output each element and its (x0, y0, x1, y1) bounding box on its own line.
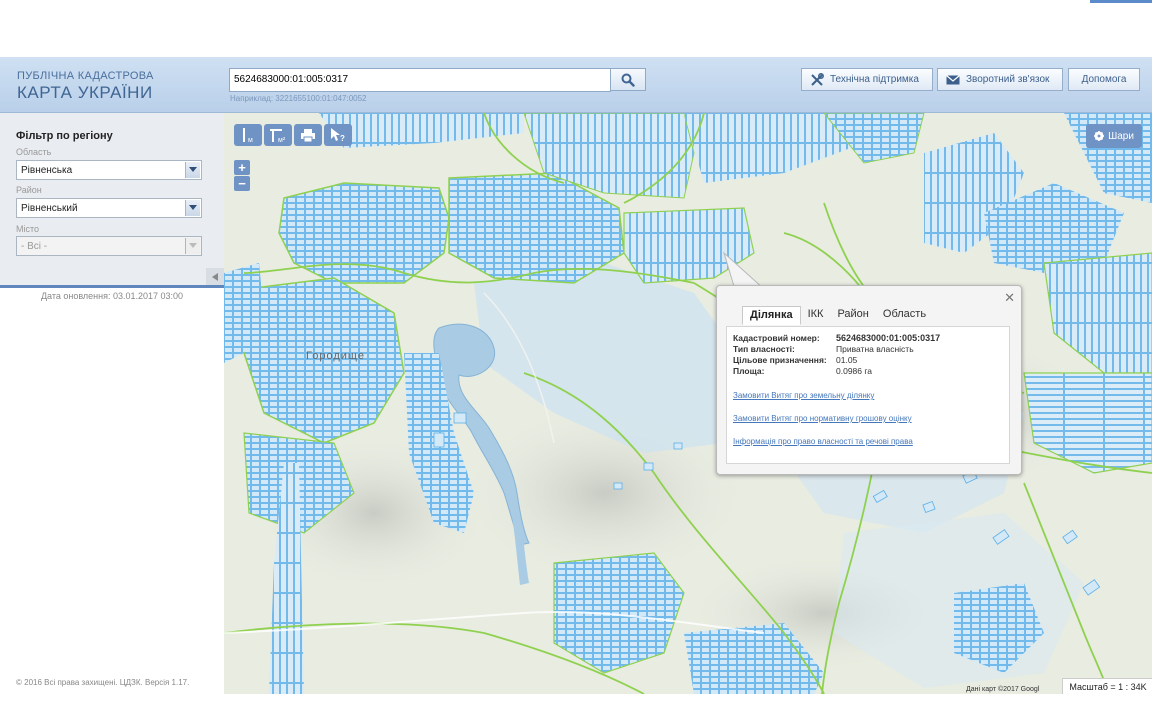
measure-tools: м м² (234, 124, 292, 146)
search-input[interactable] (230, 69, 608, 90)
district-select[interactable]: Рівненський (16, 198, 202, 218)
search-box[interactable] (229, 68, 611, 92)
feedback-button[interactable]: Зворотний зв'язок (937, 68, 1063, 91)
ruler-area-icon: м² (270, 129, 286, 143)
layers-label: Шари (1108, 130, 1134, 142)
tools-icon (811, 72, 824, 86)
city-label: Місто (16, 224, 40, 234)
tab-parcel[interactable]: Ділянка (742, 306, 801, 325)
region-select-value: Рівненська (21, 164, 73, 176)
identify-button[interactable]: ? (324, 124, 352, 146)
region-filter-panel: Фільтр по регіону Область Рівненська Рай… (0, 113, 224, 288)
purpose-label: Цільове призначення: (733, 355, 827, 365)
support-button[interactable]: Технічна підтримка (801, 68, 933, 91)
ownership-info-link[interactable]: Інформація про право власності та речові… (733, 437, 913, 446)
popup-content: Кадастровий номер: 5624683000:01:005:031… (726, 326, 1010, 464)
search-icon (621, 73, 635, 87)
help-button[interactable]: Допомога (1068, 68, 1140, 91)
envelope-icon (946, 74, 960, 84)
utility-tools: ? (294, 124, 352, 146)
ruler-line-icon: м (243, 128, 253, 143)
search-button[interactable] (610, 68, 646, 91)
purpose-value: 01.05 (836, 355, 858, 365)
chevron-down-icon (185, 200, 200, 216)
gear-icon (1094, 131, 1105, 141)
layers-button[interactable]: Шари (1086, 124, 1142, 148)
district-label: Район (16, 185, 42, 195)
search-hint: Наприклад: 3221655100:01:047:0052 (230, 94, 367, 103)
zoom-out-button[interactable]: − (234, 176, 250, 191)
collapse-sidebar-button[interactable] (206, 268, 224, 285)
measure-distance-button[interactable]: м (234, 124, 262, 146)
sidebar: Фільтр по регіону Область Рівненська Рай… (0, 113, 224, 720)
place-label: Городище (306, 350, 365, 362)
update-date: Дата оновлення: 03.01.2017 03:00 (40, 291, 184, 301)
order-valuation-extract-link[interactable]: Замовити Витяг про нормативну грошову оц… (733, 414, 912, 423)
parcel-info-popup: ✕ Ділянка ІКК Район Область Кадастровий … (716, 285, 1022, 475)
corner-accent (1090, 0, 1152, 3)
city-select-value: - Всі - (21, 240, 48, 252)
chevron-left-icon (212, 272, 218, 281)
tab-region[interactable]: Область (876, 306, 933, 325)
order-parcel-extract-link[interactable]: Замовити Витяг про земельну ділянку (733, 391, 874, 400)
region-select[interactable]: Рівненська (16, 160, 202, 180)
close-icon[interactable]: ✕ (1004, 290, 1015, 306)
help-label: Допомога (1081, 74, 1127, 85)
cadastral-label: Кадастровий номер: (733, 333, 820, 343)
feedback-label: Зворотний зв'язок (966, 74, 1050, 85)
map-attribution: Дані карт ©2017 Googl (966, 686, 1040, 693)
cadastral-value: 5624683000:01:005:0317 (836, 333, 941, 343)
area-value: 0.0986 га (836, 366, 873, 376)
scale-indicator: Масштаб = 1 : 34K (1062, 678, 1152, 694)
popup-tabs: Ділянка ІКК Район Область (742, 306, 933, 325)
measure-area-button[interactable]: м² (264, 124, 292, 146)
top-blank-area (0, 0, 1152, 57)
tab-district[interactable]: Район (830, 306, 875, 325)
copyright: © 2016 Всі права захищені. ЦДЗК. Версія … (16, 678, 190, 687)
svg-text:м: м (248, 137, 253, 143)
filter-title: Фільтр по регіону (16, 130, 113, 142)
printer-icon (301, 128, 315, 142)
brand-subtitle: ПУБЛІЧНА КАДАСТРОВА (17, 70, 154, 82)
svg-text:м²: м² (278, 137, 286, 143)
chevron-down-icon (185, 238, 200, 254)
ownership-value: Приватна власність (836, 344, 914, 354)
region-label: Область (16, 147, 52, 157)
ownership-label: Тип власності: (733, 344, 795, 354)
tab-ikk[interactable]: ІКК (801, 306, 831, 325)
svg-text:?: ? (340, 134, 345, 142)
brand-title[interactable]: КАРТА УКРАЇНИ (17, 83, 153, 103)
district-select-value: Рівненський (21, 202, 78, 214)
city-select[interactable]: - Всі - (16, 236, 202, 256)
chevron-down-icon (185, 162, 200, 178)
support-label: Технічна підтримка (830, 74, 919, 85)
print-button[interactable] (294, 124, 322, 146)
header-bar: ПУБЛІЧНА КАДАСТРОВА КАРТА УКРАЇНИ Наприк… (0, 57, 1152, 113)
area-label: Площа: (733, 366, 765, 376)
zoom-in-button[interactable]: + (234, 160, 250, 175)
map-view[interactable]: Городище м м² ? + − Шари ✕ Ділянка ІКК Р… (224, 113, 1152, 694)
cursor-question-icon: ? (331, 128, 345, 142)
